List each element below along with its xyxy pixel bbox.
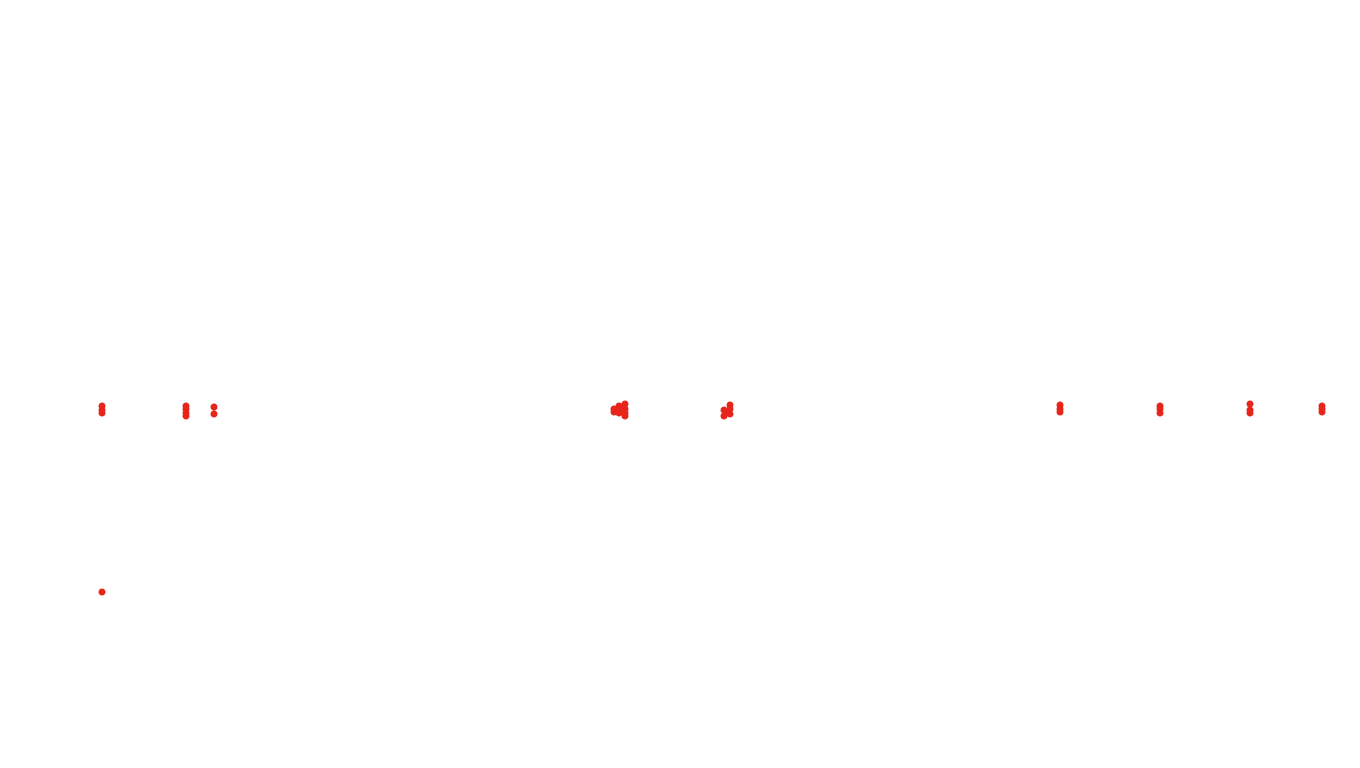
scatter-point	[182, 412, 190, 420]
scatter-point	[98, 409, 106, 417]
scatter-plot	[0, 0, 1360, 768]
scatter-point	[98, 588, 106, 596]
scatter-point	[1246, 400, 1254, 408]
scatter-point	[1156, 409, 1164, 417]
scatter-point	[621, 412, 629, 420]
scatter-point	[210, 410, 218, 418]
plot-background	[0, 0, 1360, 768]
scatter-point	[615, 409, 623, 417]
scatter-point	[1318, 408, 1326, 416]
scatter-point	[210, 403, 218, 411]
scatter-point	[726, 410, 734, 418]
scatter-point	[1246, 409, 1254, 417]
scatter-point	[1056, 408, 1064, 416]
